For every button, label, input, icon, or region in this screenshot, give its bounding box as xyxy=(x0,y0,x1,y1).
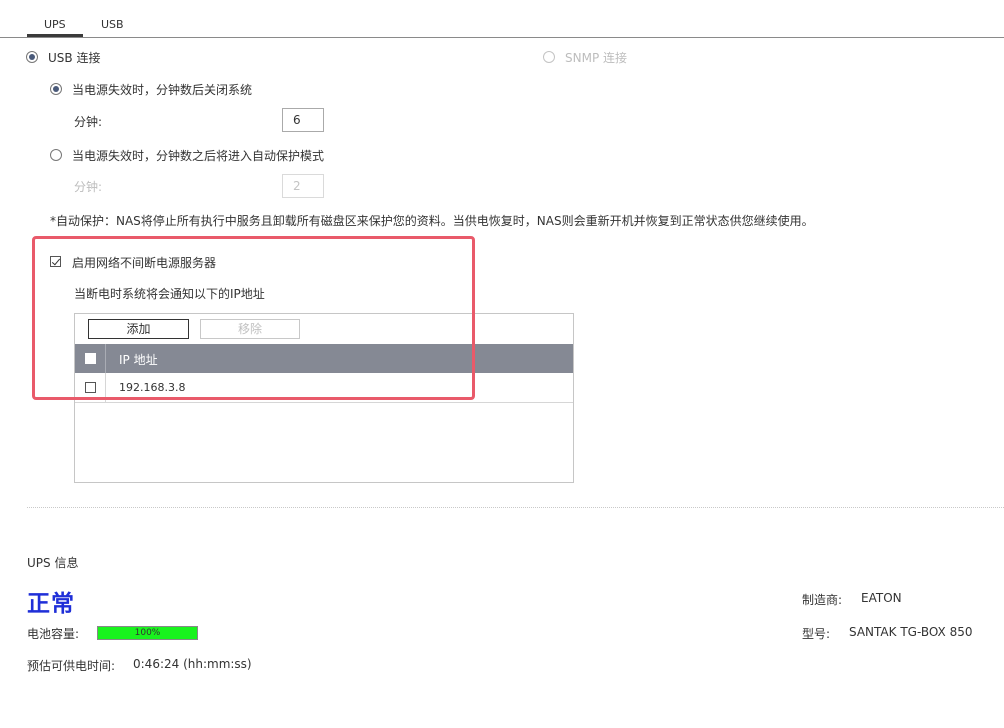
usb-connection-radio[interactable] xyxy=(26,51,38,63)
runtime-value: 0:46:24 (hh:mm:ss) xyxy=(133,657,252,671)
auto-protect-option-radio[interactable] xyxy=(50,149,62,161)
highlight-box xyxy=(32,236,475,400)
usb-connection-label: USB 连接 xyxy=(48,51,101,65)
battery-capacity-label: 电池容量: xyxy=(27,627,80,641)
battery-percent-text: 100% xyxy=(134,628,161,638)
manufacturer-value: EATON xyxy=(861,591,902,605)
auto-protect-minutes-input[interactable] xyxy=(282,174,324,198)
model-label: 型号: xyxy=(802,627,831,641)
ups-status: 正常 xyxy=(27,591,75,617)
shutdown-option-radio[interactable] xyxy=(50,83,62,95)
tab-bar: UPS USB xyxy=(0,0,1004,38)
tab-ups[interactable]: UPS xyxy=(44,18,66,31)
snmp-connection-radio[interactable] xyxy=(543,51,555,63)
shutdown-option-label: 当电源失效时，分钟数后关闭系统 xyxy=(72,83,253,97)
auto-protect-note: *自动保护：NAS将停止所有执行中服务且卸载所有磁盘区来保护您的资料。当供电恢复… xyxy=(50,214,814,228)
active-tab-indicator xyxy=(27,34,83,37)
shutdown-minutes-label: 分钟: xyxy=(74,115,103,129)
runtime-label: 预估可供电时间: xyxy=(27,659,116,673)
tab-usb[interactable]: USB xyxy=(101,18,124,31)
shutdown-minutes-input[interactable] xyxy=(282,108,324,132)
ups-info-title: UPS 信息 xyxy=(27,556,79,570)
auto-protect-option-label: 当电源失效时，分钟数之后将进入自动保护模式 xyxy=(72,149,325,163)
snmp-connection-label: SNMP 连接 xyxy=(565,51,627,65)
manufacturer-label: 制造商: xyxy=(802,593,843,607)
model-value: SANTAK TG-BOX 850 xyxy=(849,625,973,639)
battery-capacity-bar: 100% xyxy=(97,626,198,640)
auto-protect-minutes-label: 分钟: xyxy=(74,180,103,194)
section-divider xyxy=(27,507,1004,508)
